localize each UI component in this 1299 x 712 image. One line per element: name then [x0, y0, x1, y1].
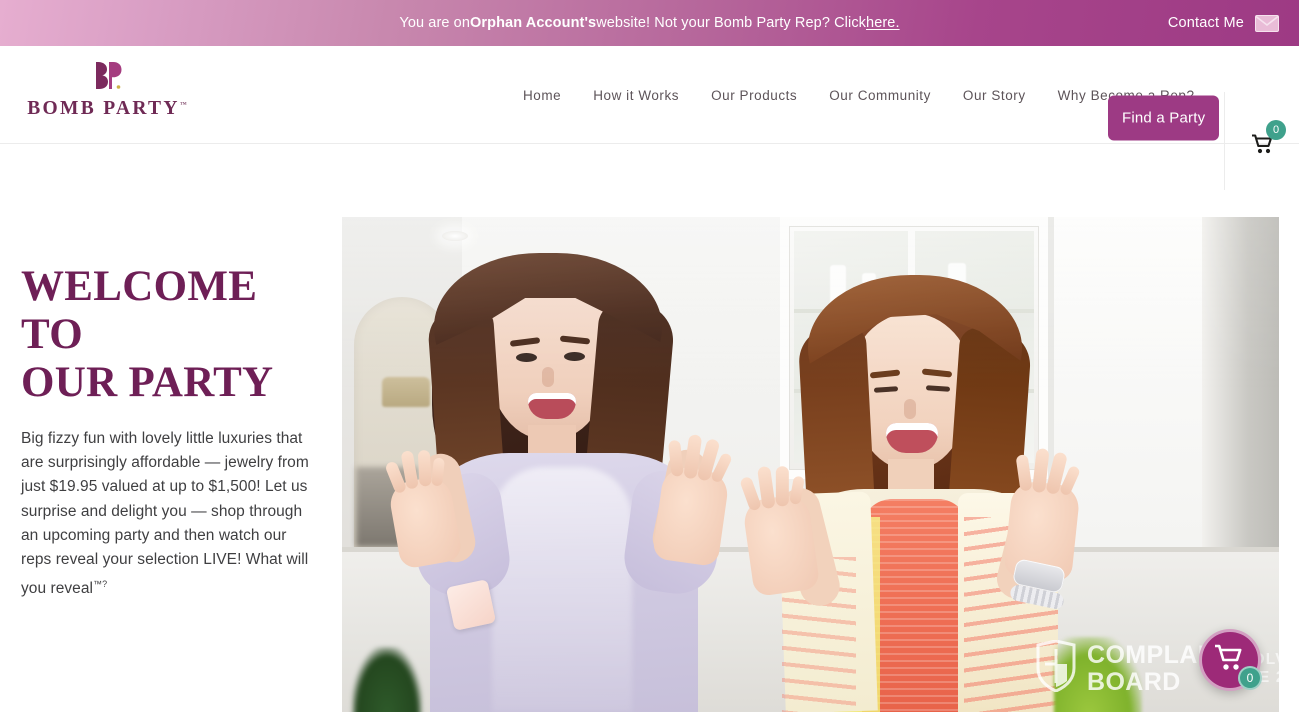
hero-paragraph-text: Big fizzy fun with lovely little luxurie… — [21, 430, 309, 598]
contact-me-button[interactable]: Contact Me — [1168, 0, 1279, 46]
orphan-account-banner: You are on Orphan Account's website! Not… — [0, 0, 1299, 46]
site-header: BOMB PARTY™ Home How it Works Our Produc… — [0, 46, 1299, 190]
header-cart-button[interactable]: 0 — [1244, 120, 1286, 158]
archway-shelf-object — [382, 377, 430, 407]
woman-right-mouth — [886, 423, 938, 453]
main-navigation: Home How it Works Our Products Our Commu… — [505, 46, 1211, 144]
woman-left-nose — [542, 367, 554, 387]
floating-cart-count-badge: 0 — [1238, 666, 1262, 690]
woman-left-eye — [516, 353, 537, 362]
cart-count-badge: 0 — [1266, 120, 1286, 140]
hero-image — [342, 217, 1279, 712]
background-plant — [352, 647, 422, 712]
hero-paragraph: Big fizzy fun with lovely little luxurie… — [21, 427, 321, 602]
nav-item-how-it-works[interactable]: How it Works — [577, 82, 695, 109]
woman-left-hand — [651, 433, 734, 568]
logo-wordmark: BOMB PARTY™ — [27, 98, 187, 119]
hero-title-line2: OUR PARTY — [21, 359, 274, 406]
site-logo[interactable]: BOMB PARTY™ — [27, 59, 187, 120]
banner-message-mid: website! Not your Bomb Party Rep? Click — [596, 15, 867, 31]
bath-bomb-product — [445, 579, 497, 631]
hero-text-block: WELCOME TO OUR PARTY Big fizzy fun with … — [21, 263, 321, 602]
find-a-party-button[interactable]: Find a Party — [1108, 95, 1220, 141]
woman-left-mouth — [528, 393, 576, 419]
hero-title-line1: WELCOME TO — [21, 263, 258, 358]
logo-trademark: ™ — [179, 100, 187, 109]
banner-message-prefix: You are on — [399, 15, 471, 31]
nav-item-our-community[interactable]: Our Community — [813, 82, 947, 109]
banner-here-link[interactable]: here. — [866, 15, 900, 31]
header-divider — [1224, 92, 1225, 190]
banner-message: You are on Orphan Account's website! Not… — [0, 0, 1299, 46]
floating-cart-button[interactable]: 0 — [1199, 629, 1262, 691]
nav-item-our-products[interactable]: Our Products — [695, 82, 813, 109]
page-title: WELCOME TO OUR PARTY — [21, 263, 321, 407]
green-foliage — [1054, 637, 1142, 712]
woman-left-eye — [564, 352, 585, 361]
woman-left-top-highlight — [492, 467, 632, 712]
page-root: You are on Orphan Account's website! Not… — [0, 0, 1299, 712]
ceiling-light — [442, 231, 468, 241]
nav-item-home[interactable]: Home — [505, 82, 577, 109]
banner-account-name: Orphan Account's — [470, 15, 597, 31]
envelope-icon — [1255, 14, 1279, 32]
hero-paragraph-tm: ™? — [93, 579, 108, 590]
nav-item-our-story[interactable]: Our Story — [947, 82, 1042, 109]
contact-me-label: Contact Me — [1167, 15, 1244, 31]
woman-right-nose — [904, 399, 916, 419]
bp-monogram-icon — [92, 59, 122, 93]
